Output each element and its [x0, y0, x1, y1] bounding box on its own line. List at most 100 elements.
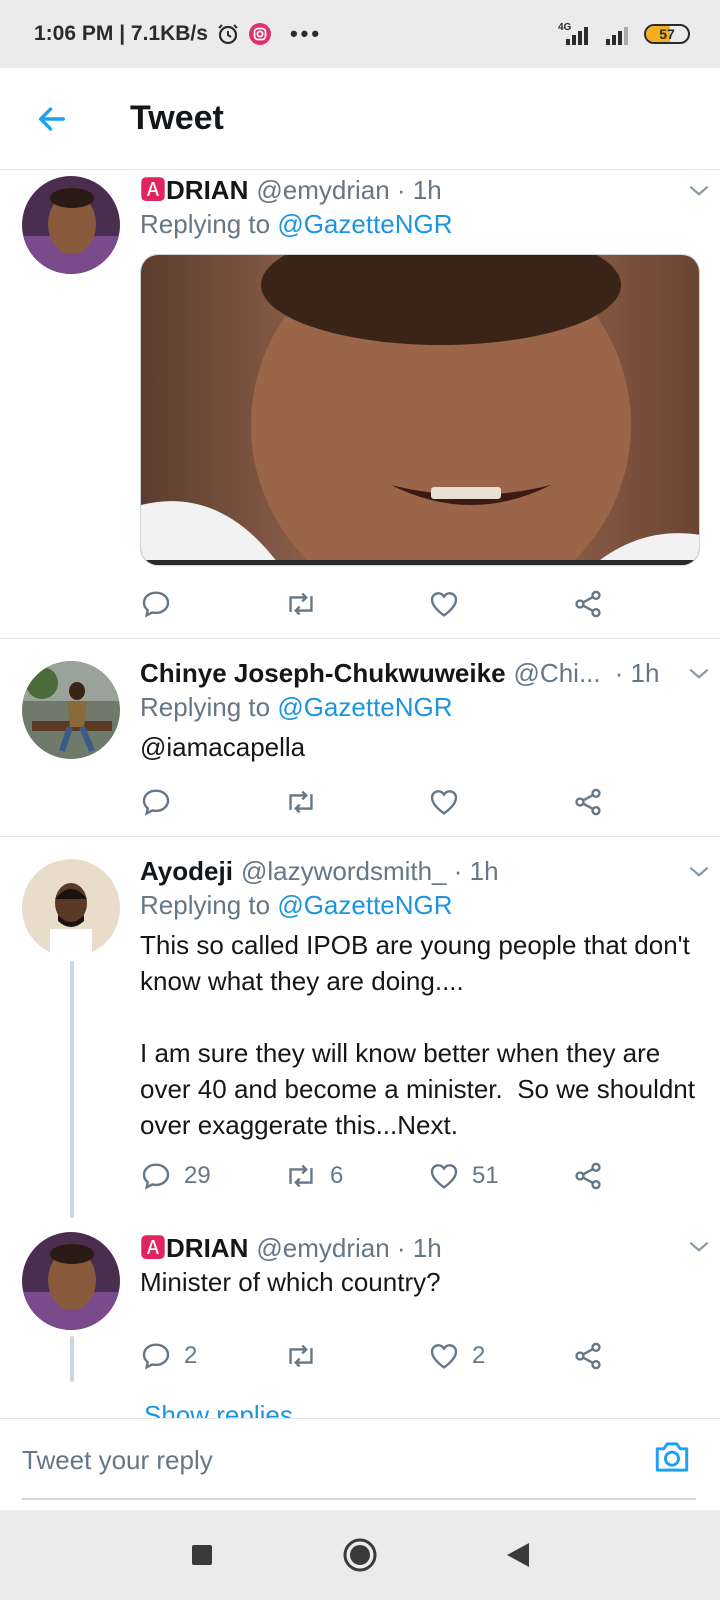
handle: @lazywordsmith_ · 1h [240, 856, 499, 886]
tweet-header: Ayodeji @lazywordsmith_ · 1h [140, 855, 696, 887]
reply-button[interactable] [140, 782, 284, 822]
retweet-button[interactable] [284, 584, 428, 624]
heart-icon [430, 592, 458, 617]
mention-link[interactable]: @GazetteNGR [277, 692, 452, 722]
share-button[interactable] [572, 584, 620, 624]
reply-icon [142, 1343, 170, 1370]
replying-label: Replying to [140, 890, 278, 920]
tweet-text: This so called IPOB are young people tha… [140, 930, 695, 1140]
reply-button[interactable]: 2 [140, 1336, 284, 1376]
share-button[interactable] [572, 1156, 620, 1196]
tweet-text[interactable]: @iamacapella [140, 729, 696, 765]
retweet-icon [289, 1344, 313, 1368]
tweet-actions [140, 782, 620, 822]
share-icon [575, 788, 601, 816]
chevron-down-icon[interactable] [686, 178, 712, 209]
retweet-count: 6 [330, 1162, 344, 1189]
like-count: 51 [472, 1162, 499, 1189]
timestamp: · 1h [614, 658, 660, 688]
square-icon [192, 1545, 212, 1565]
composer-divider [22, 1498, 696, 1500]
share-icon [575, 1342, 601, 1370]
avatar[interactable] [22, 176, 120, 274]
retweet-button[interactable]: 6 [284, 1156, 428, 1196]
like-button[interactable]: 2 [428, 1336, 572, 1376]
battery-icon: 57 [644, 24, 690, 44]
status-bar: 1:06 PM | 7.1KB/s ••• 4G 57 [0, 0, 720, 68]
reply-icon [142, 591, 170, 618]
like-count: 2 [472, 1342, 486, 1369]
tweet-media[interactable] [140, 254, 700, 566]
tweet[interactable]: 🅰 DRIAN @emydrian · 1h Minister of which… [0, 1218, 720, 1418]
tweet-actions: 2 2 [140, 1336, 620, 1376]
reply-count: 29 [184, 1162, 211, 1189]
system-nav-bar [0, 1510, 720, 1600]
back-button[interactable] [16, 83, 88, 155]
battery-level: 57 [659, 26, 675, 42]
like-button[interactable]: 51 [428, 1156, 572, 1196]
tweet-header: Chinye Joseph-Chukwuweike @Chi... · 1h [140, 657, 696, 689]
display-name[interactable]: DRIAN [166, 174, 248, 206]
share-button[interactable] [572, 1336, 620, 1376]
page-title: Tweet [130, 99, 224, 137]
network-type: 4G [558, 22, 572, 33]
heart-icon [430, 1164, 458, 1189]
handle: @emydrian · 1h [256, 1233, 442, 1263]
more-notifications-icon: ••• [289, 21, 323, 46]
share-icon [575, 590, 601, 618]
alarm-icon [216, 22, 240, 46]
reply-button[interactable] [140, 584, 284, 624]
instagram-icon [248, 22, 272, 46]
camera-button[interactable] [652, 1439, 696, 1479]
tweet[interactable]: Chinye Joseph-Chukwuweike @Chi... · 1h R… [0, 639, 720, 837]
tweet[interactable]: 🅰 DRIAN @emydrian · 1h Replying to @Gaze… [0, 170, 720, 639]
display-name[interactable]: Chinye Joseph-Chukwuweike [140, 657, 506, 689]
replying-to: Replying to @GazetteNGR [140, 887, 696, 923]
retweet-icon [289, 790, 313, 814]
tweet-actions: 29 6 51 [140, 1156, 620, 1196]
app-header: Tweet [0, 68, 720, 170]
signal-icon [604, 21, 634, 47]
display-name[interactable]: DRIAN [166, 1232, 248, 1264]
replying-to: Replying to @GazetteNGR [140, 206, 696, 242]
thread-line [70, 1336, 74, 1382]
reply-icon [142, 789, 170, 816]
retweet-button[interactable] [284, 1336, 428, 1376]
signal-4g-icon: 4G [552, 21, 594, 47]
avatar[interactable] [22, 1232, 120, 1330]
display-name[interactable]: Ayodeji [140, 855, 233, 887]
retweet-icon [289, 1164, 313, 1188]
reply-button[interactable]: 29 [140, 1156, 284, 1196]
replying-label: Replying to [140, 692, 278, 722]
handle: @emydrian · 1h [256, 175, 442, 205]
tweet-actions [140, 584, 620, 624]
replying-to: Replying to @GazetteNGR [140, 689, 696, 725]
tweet-header: 🅰 DRIAN @emydrian · 1h [140, 1232, 696, 1264]
avatar[interactable] [22, 859, 120, 957]
chevron-down-icon[interactable] [686, 661, 712, 692]
camera-icon [655, 1442, 689, 1472]
mention-link[interactable]: @GazetteNGR [277, 890, 452, 920]
retweet-button[interactable] [284, 782, 428, 822]
chevron-down-icon[interactable] [686, 859, 712, 890]
mention-link[interactable]: @GazetteNGR [277, 209, 452, 239]
like-button[interactable] [428, 584, 572, 624]
reply-count: 2 [184, 1342, 198, 1369]
show-replies-link[interactable]: Show replies [144, 1400, 293, 1418]
tweet-feed[interactable]: 🅰 DRIAN @emydrian · 1h Replying to @Gaze… [0, 170, 720, 1418]
replying-label: Replying to [140, 209, 278, 239]
tweet-header: 🅰 DRIAN @emydrian · 1h [140, 174, 696, 206]
reply-icon [142, 1163, 170, 1190]
share-button[interactable] [572, 782, 620, 822]
heart-icon [430, 790, 458, 815]
reply-input[interactable]: Tweet your reply [22, 1445, 213, 1476]
chevron-down-icon[interactable] [686, 1234, 712, 1265]
recents-button[interactable] [178, 1531, 226, 1579]
tweet[interactable]: Ayodeji @lazywordsmith_ · 1h Replying to… [0, 837, 720, 1218]
back-nav-button[interactable] [494, 1531, 542, 1579]
arrow-left-icon [38, 106, 66, 131]
home-button[interactable] [336, 1531, 384, 1579]
avatar[interactable] [22, 661, 120, 759]
retweet-icon [289, 592, 313, 616]
like-button[interactable] [428, 782, 572, 822]
